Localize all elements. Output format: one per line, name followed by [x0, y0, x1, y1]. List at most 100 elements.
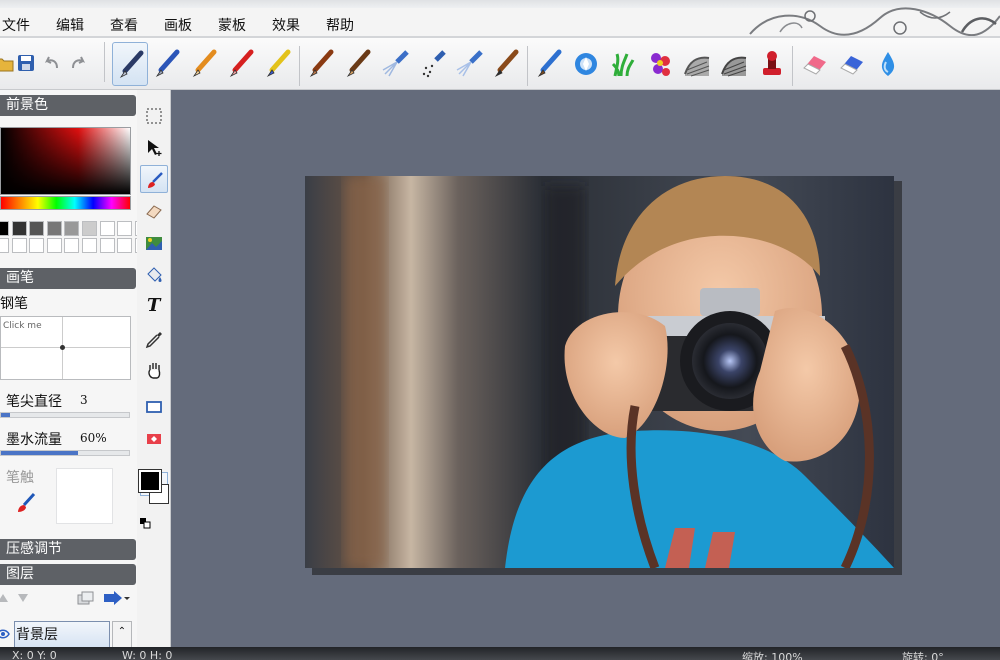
brush-tool-airbrush[interactable] [377, 42, 413, 86]
color-swatch[interactable] [117, 221, 133, 236]
open-folder-icon[interactable] [0, 53, 14, 73]
layer-list: 背景层 ⌃ [0, 621, 137, 647]
tool-fill-image[interactable] [140, 229, 168, 257]
menu-item-effects[interactable]: 效果 [272, 15, 300, 35]
layers-header[interactable]: 图层 [0, 564, 136, 585]
eraser-blue-icon [840, 56, 863, 75]
tip-size-slider[interactable] [0, 412, 130, 418]
color-swatch[interactable] [46, 238, 62, 253]
move-arrow-icon [148, 140, 162, 156]
color-swatch[interactable] [11, 238, 27, 253]
layer-visibility-eye-icon[interactable] [0, 627, 10, 641]
brush-tool-eraser-blue[interactable] [833, 42, 869, 86]
color-swatch[interactable] [46, 221, 62, 236]
tool-brush-tool[interactable] [140, 165, 168, 193]
brush-touch-icon[interactable] [14, 491, 38, 515]
color-swatch[interactable] [0, 221, 9, 236]
paint-bucket-brush-icon [537, 49, 562, 78]
brush-tool-rubber-stamp[interactable] [753, 42, 789, 86]
brush-tool-pencil[interactable] [186, 42, 222, 86]
brush-tool-flat-brush[interactable] [488, 42, 524, 86]
color-swatch[interactable] [117, 238, 133, 253]
text-tool-icon: T [147, 295, 161, 316]
undo-arrow-icon[interactable] [42, 53, 62, 73]
tool-eraser-tool[interactable] [140, 197, 168, 225]
swap-colors-icon[interactable] [139, 517, 151, 529]
canvas-photo[interactable] [305, 176, 894, 568]
paint-bucket-icon [147, 267, 162, 282]
brush-preview[interactable]: Click me [0, 316, 131, 380]
tool-marquee-select[interactable] [140, 102, 168, 130]
tool-rect-shape[interactable] [140, 393, 168, 421]
menu-item-file[interactable]: 文件 [2, 15, 30, 35]
brush-tool-fountain-pen[interactable] [149, 42, 185, 86]
pressure-header[interactable]: 压感调节 [0, 539, 136, 560]
save-disk-icon[interactable] [16, 53, 36, 73]
brush-tool-crayon[interactable] [223, 42, 259, 86]
brush-header[interactable]: 画笔 [0, 268, 136, 289]
tool-text-tool[interactable]: T [140, 293, 168, 321]
rubber-stamp-icon [763, 51, 781, 75]
brush-tool-spray-nozzle[interactable] [451, 42, 487, 86]
brush-tool-marker[interactable] [260, 42, 296, 86]
layer-item-background[interactable]: 背景层 [14, 621, 110, 647]
tool-paint-bucket[interactable] [140, 261, 168, 289]
layer-down-icon[interactable] [16, 592, 30, 604]
brush-tool-texture-mesh[interactable] [679, 42, 715, 86]
file-toolbar [0, 38, 100, 90]
tool-eyedropper[interactable] [140, 325, 168, 353]
brush-tool-grass-brush[interactable] [605, 42, 641, 86]
layer-scroll-up[interactable]: ⌃ [112, 621, 132, 647]
hue-slider[interactable] [0, 196, 131, 210]
status-bar: X: 0 Y: 0 W: 0 H: 0 缩放: 100% 旋转: 0° [0, 647, 1000, 660]
tool-move-arrow[interactable] [140, 133, 168, 161]
layer-duplicate-icon[interactable] [76, 590, 94, 606]
ink-flow-slider[interactable] [0, 450, 130, 456]
brush-tool-paint-brush[interactable] [340, 42, 376, 86]
color-picker-field[interactable] [0, 127, 131, 195]
layer-menu-arrow-icon[interactable] [102, 590, 130, 606]
color-swatch[interactable] [82, 221, 97, 236]
flower-stamp-icon [651, 53, 670, 76]
rect-fill-icon [147, 434, 161, 444]
color-swatch[interactable] [11, 221, 27, 236]
brush-toolbar [0, 38, 1000, 90]
brush-tool-technical-pen[interactable] [112, 42, 148, 86]
tool-rect-fill[interactable] [140, 425, 168, 453]
eraser-pink-icon [803, 56, 826, 75]
color-swatch[interactable] [29, 238, 45, 253]
redo-arrow-icon[interactable] [68, 53, 88, 73]
toolbar-separator [792, 46, 793, 86]
foreground-color-swatch[interactable] [138, 469, 162, 493]
decorative-swirl-icon [749, 7, 1000, 36]
color-swatch[interactable] [0, 238, 9, 253]
brush-tool-flower-stamp[interactable] [642, 42, 678, 86]
brush-tool-spray-dots[interactable] [414, 42, 450, 86]
layer-up-icon[interactable] [0, 592, 10, 604]
color-swatch[interactable] [99, 221, 115, 236]
menu-item-mask[interactable]: 蒙板 [218, 15, 246, 35]
brush-tool-icon [148, 172, 163, 188]
foreground-color-header[interactable]: 前景色 [0, 95, 136, 116]
color-swatch[interactable] [64, 238, 80, 253]
menu-item-edit[interactable]: 编辑 [56, 15, 84, 35]
color-swatch[interactable] [64, 221, 80, 236]
photo-boy-with-camera-image [305, 176, 894, 568]
brush-tool-water-drop[interactable] [870, 42, 906, 86]
brush-tool-paint-bucket-brush[interactable] [531, 42, 567, 86]
menu-item-canvas[interactable]: 画板 [164, 15, 192, 35]
color-swatch[interactable] [99, 238, 115, 253]
crayon-icon [229, 49, 254, 78]
menu-item-help[interactable]: 帮助 [326, 15, 354, 35]
brush-tool-eraser-pink[interactable] [796, 42, 832, 86]
menu-item-view[interactable]: 查看 [110, 15, 138, 35]
tool-hand-pan[interactable] [140, 356, 168, 384]
color-swatch[interactable] [29, 221, 45, 236]
brush-touch-label: 笔触 [6, 470, 34, 486]
brush-tool-texture-wave[interactable] [716, 42, 752, 86]
technical-pen-icon [119, 50, 144, 79]
brush-texture-box[interactable] [56, 468, 113, 524]
color-swatch[interactable] [82, 238, 97, 253]
brush-tool-blur-droplet[interactable] [568, 42, 604, 86]
brush-tool-oil-brush[interactable] [303, 42, 339, 86]
